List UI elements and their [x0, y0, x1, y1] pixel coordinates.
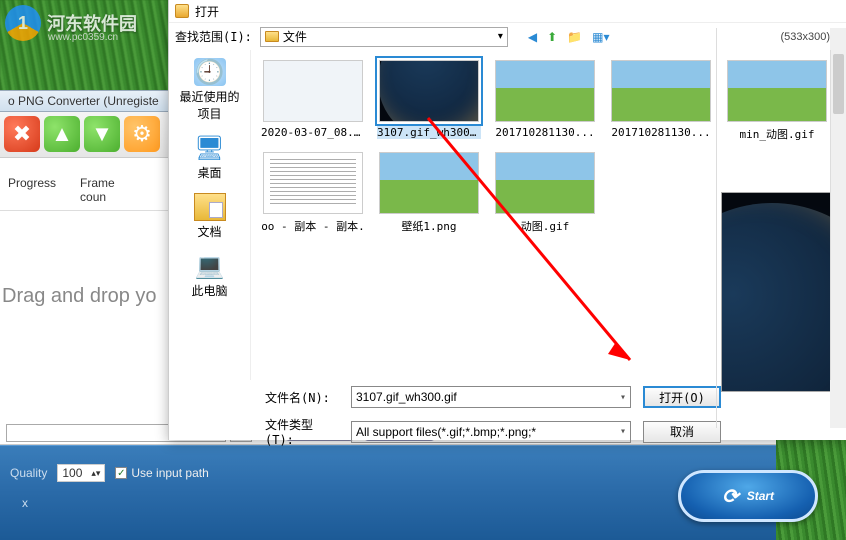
- filename-label: 文件名(N):: [265, 389, 339, 406]
- file-name: 201710281130...: [493, 126, 597, 139]
- lookup-label: 查找范围(I):: [175, 28, 252, 45]
- file-name: oo - 副本 - 副本.: [261, 218, 365, 234]
- places-sidebar: 🕘 最近使用的项目 🖥 桌面 文档 💻 此电脑: [169, 50, 251, 380]
- file-name: 壁纸1.png: [377, 218, 481, 234]
- x-label: x: [22, 496, 28, 510]
- file-name: 动图.gif: [493, 218, 597, 234]
- file-item[interactable]: 壁纸1.png: [375, 152, 483, 234]
- file-thumbnail: [495, 152, 595, 214]
- use-input-path-label: Use input path: [131, 466, 208, 480]
- watermark-url: www.pc0359.cn: [48, 32, 118, 43]
- file-name: 3107.gif_wh300.gif: [377, 126, 481, 139]
- documents-icon: [194, 193, 226, 221]
- nav-newfolder-icon[interactable]: 📁: [567, 30, 582, 44]
- up-button[interactable]: ▲: [44, 116, 80, 152]
- file-scrollbar[interactable]: [830, 50, 846, 380]
- preview-pane: [716, 28, 846, 428]
- place-desktop[interactable]: 🖥 桌面: [175, 134, 245, 181]
- filetype-combo[interactable]: All support files(*.gif;*.bmp;*.png;*: [351, 421, 631, 443]
- quality-label: Quality: [10, 466, 47, 480]
- quality-spinner[interactable]: 100▴▾: [57, 464, 105, 482]
- lookup-value: 文件: [283, 28, 307, 45]
- preview-image: [721, 192, 843, 392]
- dialog-title: 打开: [195, 3, 219, 20]
- folder-icon: [175, 4, 189, 18]
- file-item[interactable]: 动图.gif: [491, 152, 599, 234]
- quality-row: Quality 100▴▾ ✓ Use input path: [10, 464, 209, 482]
- filetype-label: 文件类型(T):: [265, 416, 339, 447]
- start-button[interactable]: ⟳ Start: [678, 470, 818, 522]
- pc-icon: 💻: [194, 252, 226, 280]
- refresh-icon: ⟳: [722, 484, 739, 509]
- place-pc[interactable]: 💻 此电脑: [175, 252, 245, 299]
- nav-viewmenu-icon[interactable]: ▦▾: [592, 30, 609, 44]
- desktop-icon: 🖥: [194, 134, 226, 162]
- file-name: 201710281130...: [609, 126, 713, 139]
- file-thumbnail: [611, 60, 711, 122]
- file-item[interactable]: 2020-03-07_08...: [259, 60, 367, 142]
- logo-icon: [5, 5, 41, 41]
- file-thumbnail: [263, 60, 363, 122]
- app-title: o PNG Converter (Unregiste: [8, 94, 159, 108]
- settings-button[interactable]: ⚙: [124, 116, 160, 152]
- file-thumbnail: [263, 152, 363, 214]
- nav-back-icon[interactable]: ◀: [528, 30, 537, 44]
- place-recent[interactable]: 🕘 最近使用的项目: [175, 58, 245, 122]
- down-button[interactable]: ▼: [84, 116, 120, 152]
- place-documents[interactable]: 文档: [175, 193, 245, 240]
- open-button[interactable]: 打开(O): [643, 386, 721, 408]
- scrollbar-thumb[interactable]: [833, 54, 844, 114]
- file-thumbnail: [379, 152, 479, 214]
- open-file-dialog: 打开 查找范围(I): 文件 ▾ ◀ ⬆ 📁 ▦▾ (533x300) 🕘 最近…: [168, 0, 846, 440]
- file-item[interactable]: 201710281130...: [607, 60, 715, 142]
- remove-button[interactable]: ✖: [4, 116, 40, 152]
- toolbar: ✖ ▲ ▼ ⚙: [0, 112, 170, 158]
- file-item[interactable]: 3107.gif_wh300.gif: [375, 60, 483, 142]
- file-thumbnail: [495, 60, 595, 122]
- recent-icon: 🕘: [194, 58, 226, 86]
- drag-drop-hint: Drag and drop yo: [2, 285, 157, 308]
- col-framecount: Frame coun: [80, 176, 138, 204]
- column-headers: Progress Frame coun: [0, 170, 170, 211]
- start-label: Start: [747, 489, 774, 503]
- nav-up-icon[interactable]: ⬆: [547, 30, 557, 44]
- file-name: 2020-03-07_08...: [261, 126, 365, 139]
- file-item[interactable]: oo - 副本 - 副本.: [259, 152, 367, 234]
- chevron-down-icon: ▾: [498, 31, 503, 42]
- file-item[interactable]: 201710281130...: [491, 60, 599, 142]
- lookup-combo[interactable]: 文件 ▾: [260, 27, 508, 47]
- cancel-button[interactable]: 取消: [643, 421, 721, 443]
- filename-combo[interactable]: 3107.gif_wh300.gif: [351, 386, 631, 408]
- dialog-titlebar: 打开: [169, 0, 846, 22]
- use-input-path-checkbox[interactable]: ✓: [115, 467, 127, 479]
- col-progress: Progress: [8, 176, 56, 204]
- folder-mini-icon: [265, 31, 279, 42]
- file-thumbnail: [379, 60, 479, 122]
